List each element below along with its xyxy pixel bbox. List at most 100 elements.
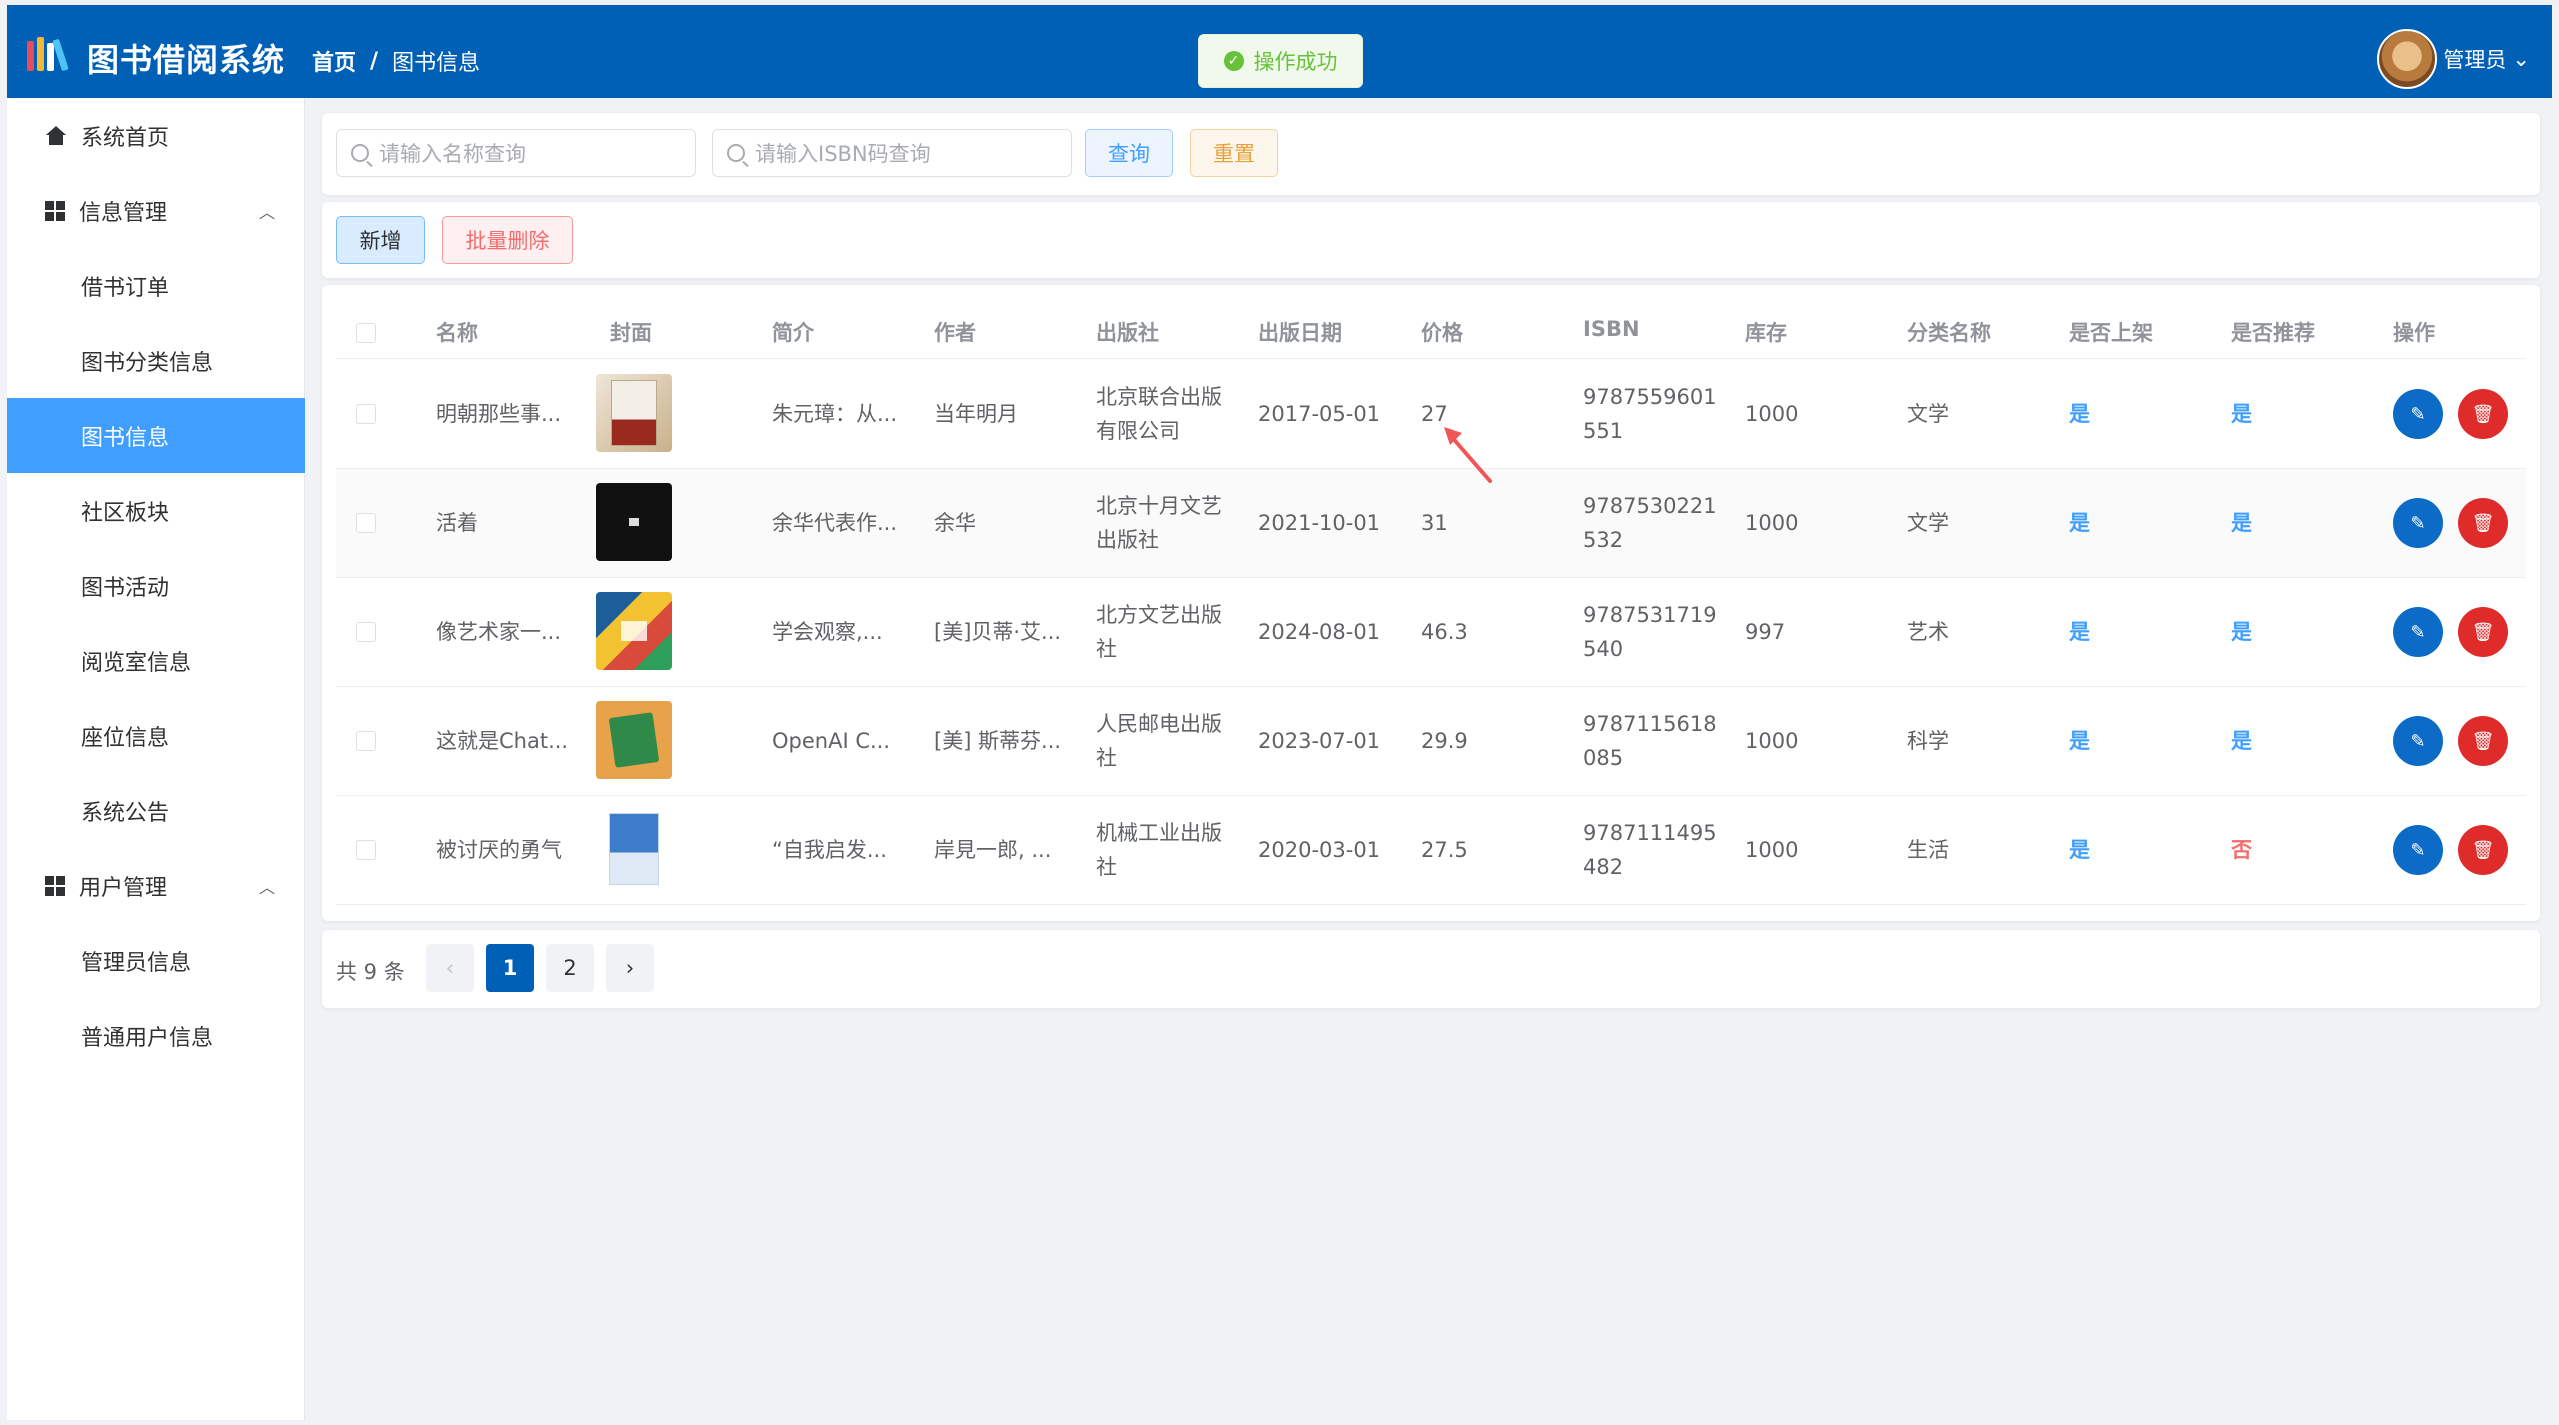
sidebar-item-community[interactable]: 社区板块 <box>7 473 305 548</box>
table-row[interactable]: 明朝那些事... 朱元璋：从... 当年明月 北京联合出版有限公司 2017-0… <box>336 360 2526 469</box>
chevron-down-icon[interactable]: ⌄ <box>2512 47 2530 71</box>
cell-publisher: 机械工业出版社 <box>1096 821 1222 879</box>
isbn-line-2: 540 <box>1583 637 1624 661</box>
isbn-line-2: 482 <box>1583 855 1624 879</box>
isbn-line-1: 9787559601 <box>1583 385 1717 409</box>
book-cover-image <box>596 810 672 888</box>
user-menu[interactable]: 管理员 ⌄ <box>2377 29 2530 89</box>
query-button[interactable]: 查询 <box>1085 129 1173 177</box>
edit-icon: ✎ <box>2410 512 2426 534</box>
books-table: 名称 封面 简介 作者 出版社 出版日期 价格 ISBN 库存 分类名称 是否上… <box>322 285 2540 921</box>
delete-button[interactable]: 🗑 <box>2458 389 2508 439</box>
total-count: 共 9 条 <box>336 960 405 984</box>
cell-category: 艺术 <box>1907 620 1949 644</box>
edit-button[interactable]: ✎ <box>2393 825 2443 875</box>
sidebar-item-borrow-orders[interactable]: 借书订单 <box>7 248 305 323</box>
cell-author: 余华 <box>934 511 976 535</box>
page-1-button[interactable]: 1 <box>486 944 534 992</box>
trash-icon: 🗑 <box>2471 730 2495 752</box>
edit-icon: ✎ <box>2410 403 2426 425</box>
cell-stock: 1000 <box>1745 402 1799 426</box>
edit-button[interactable]: ✎ <box>2393 716 2443 766</box>
cell-isbn: 9787531719 540 <box>1583 598 1718 666</box>
sidebar-group-info-management[interactable]: 信息管理 ︿ <box>7 173 305 248</box>
search-icon <box>351 144 369 162</box>
breadcrumb-current: 图书信息 <box>392 51 481 76</box>
sidebar-item-label: 图书分类信息 <box>81 350 214 376</box>
row-checkbox[interactable] <box>356 622 376 642</box>
row-checkbox[interactable] <box>356 404 376 424</box>
edit-button[interactable]: ✎ <box>2393 498 2443 548</box>
table-row[interactable]: 活着 余华代表作... 余华 北京十月文艺出版社 2021-10-01 31 9… <box>336 469 2526 578</box>
sidebar-item-book-activities[interactable]: 图书活动 <box>7 548 305 623</box>
avatar[interactable] <box>2377 29 2438 89</box>
reset-button[interactable]: 重置 <box>1190 129 1278 177</box>
user-name[interactable]: 管理员 <box>2443 44 2506 74</box>
cell-name: 这就是Chat... <box>436 729 569 753</box>
sidebar-item-seats[interactable]: 座位信息 <box>7 698 305 773</box>
cell-author: [美]贝蒂·艾... <box>934 620 1062 644</box>
delete-button[interactable]: 🗑 <box>2458 498 2508 548</box>
edit-icon: ✎ <box>2410 621 2426 643</box>
row-checkbox[interactable] <box>356 731 376 751</box>
delete-button[interactable]: 🗑 <box>2458 716 2508 766</box>
table-row[interactable]: 被讨厌的勇气 “自我启发... 岸見一郎, ... 机械工业出版社 2020-0… <box>336 796 2526 905</box>
isbn-line-2: 085 <box>1583 746 1624 770</box>
cell-publisher: 北方文艺出版社 <box>1096 603 1222 661</box>
sidebar-item-announcements[interactable]: 系统公告 <box>7 773 305 848</box>
cell-author: [美] 斯蒂芬... <box>934 729 1062 753</box>
cell-date: 2017-05-01 <box>1258 402 1381 426</box>
sidebar-item-label: 系统首页 <box>81 125 170 151</box>
book-cover-image <box>596 592 672 670</box>
sidebar-item-reading-rooms[interactable]: 阅览室信息 <box>7 623 305 698</box>
delete-button[interactable]: 🗑 <box>2458 825 2508 875</box>
edit-button[interactable]: ✎ <box>2393 607 2443 657</box>
isbn-line-1: 9787111495 <box>1583 821 1717 845</box>
delete-button[interactable]: 🗑 <box>2458 607 2508 657</box>
cell-intro: 余华代表作... <box>772 511 898 535</box>
edit-icon: ✎ <box>2410 839 2426 861</box>
cell-listed: 是 <box>2069 729 2090 753</box>
batch-delete-button[interactable]: 批量删除 <box>442 216 573 264</box>
column-header: 价格 <box>1421 321 1463 345</box>
breadcrumb-home[interactable]: 首页 <box>312 45 356 77</box>
row-checkbox[interactable] <box>356 840 376 860</box>
sidebar-item-admins[interactable]: 管理员信息 <box>7 923 305 998</box>
table-row[interactable]: 像艺术家一... 学会观察,... [美]贝蒂·艾... 北方文艺出版社 202… <box>336 578 2526 687</box>
table-row[interactable]: 这就是Chat... OpenAI C... [美] 斯蒂芬... 人民邮电出版… <box>336 687 2526 796</box>
cell-date: 2020-03-01 <box>1258 838 1381 862</box>
cell-category: 科学 <box>1907 729 1949 753</box>
trash-icon: 🗑 <box>2471 839 2495 861</box>
cell-isbn: 9787111495 482 <box>1583 816 1718 884</box>
edit-button[interactable]: ✎ <box>2393 389 2443 439</box>
column-header: 作者 <box>934 321 976 345</box>
select-all-checkbox[interactable] <box>356 323 376 343</box>
prev-page-button[interactable]: ‹ <box>426 944 474 992</box>
sidebar-item-users[interactable]: 普通用户信息 <box>7 998 305 1073</box>
add-button[interactable]: 新增 <box>336 216 425 264</box>
name-search-input[interactable]: 请输入名称查询 <box>336 129 696 177</box>
toast-text: 操作成功 <box>1253 50 1338 74</box>
column-header: 库存 <box>1745 321 1787 345</box>
next-page-button[interactable]: › <box>606 944 654 992</box>
column-header: 封面 <box>610 321 652 345</box>
isbn-search-input[interactable]: 请输入ISBN码查询 <box>712 129 1072 177</box>
cell-recommended: 是 <box>2231 729 2252 753</box>
sidebar-group-user-management[interactable]: 用户管理 ︿ <box>7 848 305 923</box>
sidebar-item-label: 系统公告 <box>81 800 170 826</box>
name-search-placeholder: 请输入名称查询 <box>379 142 526 166</box>
row-checkbox[interactable] <box>356 513 376 533</box>
sidebar-item-label: 借书订单 <box>81 275 170 301</box>
sidebar-item-home[interactable]: 系统首页 <box>7 98 305 173</box>
cell-name: 被讨厌的勇气 <box>436 838 562 862</box>
column-header: ISBN <box>1583 317 1640 341</box>
grid-icon <box>45 875 65 896</box>
isbn-search-placeholder: 请输入ISBN码查询 <box>755 142 931 166</box>
cell-stock: 1000 <box>1745 729 1799 753</box>
sidebar-item-book-categories[interactable]: 图书分类信息 <box>7 323 305 398</box>
isbn-line-1: 9787115618 <box>1583 712 1717 736</box>
page-2-button[interactable]: 2 <box>546 944 594 992</box>
cell-intro: 学会观察,... <box>772 620 883 644</box>
sidebar-item-book-info[interactable]: 图书信息 <box>7 398 305 473</box>
cell-stock: 997 <box>1745 620 1786 644</box>
